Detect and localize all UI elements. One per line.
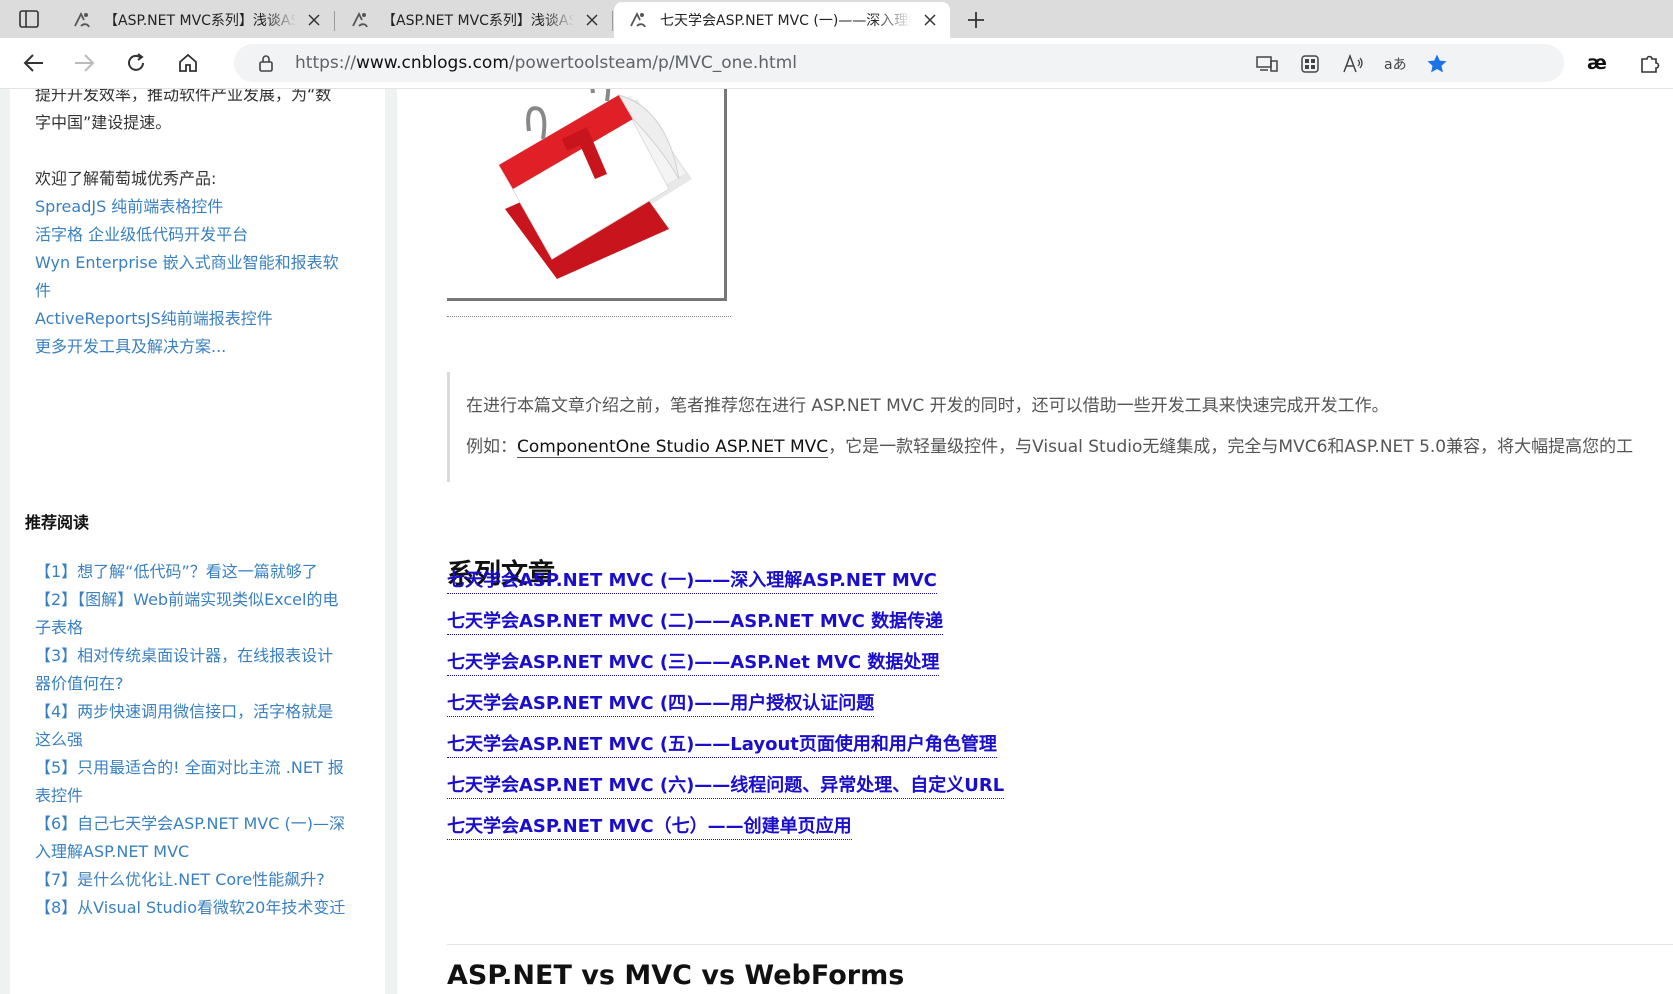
- recommend-link[interactable]: 【5】只用最适合的! 全面对比主流 .NET 报: [35, 753, 344, 783]
- series-link-6[interactable]: 七天学会ASP.NET MVC (六)——线程问题、异常处理、自定义URL: [447, 774, 1005, 799]
- recommend-link[interactable]: 器价值何在?: [35, 669, 124, 699]
- recommend-link[interactable]: 【2】【图解】Web前端实现类似Excel的电: [35, 585, 338, 615]
- close-tab-icon[interactable]: [582, 10, 602, 30]
- close-tab-icon[interactable]: [920, 10, 940, 30]
- translate-icon[interactable]: aあ: [1384, 53, 1410, 75]
- blog-sidebar: 提升开发效率，推动软件产业发展，为“数 字中国”建设提速。 欢迎了解葡萄城优秀产…: [10, 89, 397, 994]
- svg-text:aあ: aあ: [1384, 57, 1407, 73]
- tab-3-active[interactable]: 七天学会ASP.NET MVC (一)——深入理解ASP.NET MVC: [614, 2, 950, 38]
- image-divider: [447, 316, 731, 317]
- app-available-icon[interactable]: [1256, 53, 1278, 75]
- page-gutter: [0, 89, 10, 994]
- section-divider: [447, 944, 1673, 945]
- favorite-star-icon[interactable]: [1426, 53, 1448, 75]
- series-link-4[interactable]: 七天学会ASP.NET MVC (四)——用户授权认证问题: [447, 692, 875, 717]
- recommend-heading: 推荐阅读: [25, 513, 90, 532]
- cnblogs-favicon-icon: [628, 10, 648, 30]
- series-link-1[interactable]: 七天学会ASP.NET MVC (一)——深入理解ASP.NET MVC: [447, 569, 937, 594]
- quote-line: 在进行本篇文章介绍之前，笔者推荐您在进行 ASP.NET MVC 开发的同时，还…: [466, 396, 1389, 416]
- refresh-icon[interactable]: [122, 49, 150, 77]
- quote-line: 例如：ComponentOne Studio ASP.NET MVC，它是一款轻…: [466, 432, 1634, 458]
- browser-toolbar: https://www.cnblogs.com/powertoolsteam/p…: [0, 38, 1673, 89]
- recommend-link[interactable]: 入理解ASP.NET MVC: [35, 837, 189, 867]
- calendar-icon: [498, 89, 692, 279]
- url-path: /powertoolsteam/p/MVC_one.html: [508, 53, 797, 73]
- cnblogs-favicon-icon: [72, 10, 92, 30]
- series-link-7[interactable]: 七天学会ASP.NET MVC（七）——创建单页应用: [447, 815, 852, 840]
- product-link-huozige[interactable]: 活字格 企业级低代码开发平台: [35, 220, 248, 250]
- cnblogs-favicon-icon: [350, 10, 370, 30]
- article-content: 在进行本篇文章介绍之前，笔者推荐您在进行 ASP.NET MVC 开发的同时，还…: [397, 89, 1673, 994]
- product-link-spreadjs[interactable]: SpreadJS 纯前端表格控件: [35, 192, 223, 222]
- recommend-link[interactable]: 子表格: [35, 613, 83, 643]
- recommend-link[interactable]: 【7】是什么优化让.NET Core性能飙升?: [35, 865, 325, 895]
- quote-suffix: ，它是一款轻量级控件，与Visual Studio无缝集成，完全与MVC6和AS…: [828, 437, 1634, 457]
- quote-prefix: 例如：: [466, 437, 517, 457]
- recommend-link[interactable]: 【3】相对传统桌面设计器，在线报表设计: [35, 641, 333, 671]
- tab-title: 【ASP.NET MVC系列】浅谈ASP.NET: [104, 13, 296, 29]
- tab-strip: 【ASP.NET MVC系列】浅谈ASP.NET 【ASP.NET MVC系列】…: [0, 0, 1673, 38]
- recommend-link[interactable]: 【6】自己七天学会ASP.NET MVC (一)—深: [35, 809, 345, 839]
- close-tab-icon[interactable]: [304, 10, 324, 30]
- tab-2[interactable]: 【ASP.NET MVC系列】浅谈ASP.NET: [336, 2, 613, 38]
- calendar-image: [447, 89, 727, 301]
- recommend-quote: 在进行本篇文章介绍之前，笔者推荐您在进行 ASP.NET MVC 开发的同时，还…: [447, 372, 1673, 482]
- apps-grid-icon[interactable]: [1299, 53, 1321, 75]
- product-link-wyn-cont[interactable]: 件: [35, 276, 51, 306]
- product-link-more[interactable]: 更多开发工具及解决方案...: [35, 332, 226, 362]
- sidebar-intro-line: 字中国”建设提速。: [35, 113, 172, 132]
- url-text[interactable]: https://www.cnblogs.com/powertoolsteam/p…: [295, 53, 797, 73]
- tab-title: 【ASP.NET MVC系列】浅谈ASP.NET: [382, 13, 574, 29]
- web-page: 提升开发效率，推动软件产业发展，为“数 字中国”建设提速。 欢迎了解葡萄城优秀产…: [0, 89, 1673, 994]
- section-heading: ASP.NET vs MVC vs WebForms: [447, 960, 905, 991]
- lock-icon[interactable]: [256, 53, 276, 73]
- url-scheme: https://: [295, 53, 356, 73]
- recommend-link[interactable]: 这么强: [35, 725, 83, 755]
- extensions-puzzle-icon[interactable]: [1636, 49, 1664, 77]
- recommend-link[interactable]: 表控件: [35, 781, 83, 811]
- address-bar[interactable]: https://www.cnblogs.com/powertoolsteam/p…: [234, 44, 1564, 82]
- series-link-5[interactable]: 七天学会ASP.NET MVC (五)——Layout页面使用和用户角色管理: [447, 733, 997, 758]
- recommend-link[interactable]: 【8】从Visual Studio看微软20年技术变迁: [35, 893, 345, 923]
- url-host: www.cnblogs.com: [355, 53, 509, 73]
- tab-title: 七天学会ASP.NET MVC (一)——深入理解ASP.NET MVC: [660, 13, 912, 29]
- tab-actions-menu-icon[interactable]: [14, 8, 44, 30]
- series-link-3[interactable]: 七天学会ASP.NET MVC (三)——ASP.Net MVC 数据处理: [447, 651, 940, 676]
- recommend-link[interactable]: 【1】想了解“低代码”？看这一篇就够了: [35, 557, 318, 587]
- forward-arrow-icon[interactable]: [70, 49, 98, 77]
- svg-text:æ: æ: [1587, 53, 1607, 73]
- product-link-wyn[interactable]: Wyn Enterprise 嵌入式商业智能和报表软: [35, 248, 339, 278]
- recommend-link[interactable]: 【4】两步快速调用微信接口，活字格就是: [35, 697, 333, 727]
- series-link-2[interactable]: 七天学会ASP.NET MVC (二)——ASP.NET MVC 数据传递: [447, 610, 944, 635]
- home-icon[interactable]: [174, 49, 202, 77]
- extension-ae-icon[interactable]: æ: [1582, 49, 1616, 77]
- sidebar-welcome-text: 欢迎了解葡萄城优秀产品:: [35, 169, 217, 188]
- tab-1[interactable]: 【ASP.NET MVC系列】浅谈ASP.NET: [58, 2, 335, 38]
- sidebar-intro-line: 提升开发效率，推动软件产业发展，为“数: [35, 89, 332, 104]
- new-tab-plus-icon[interactable]: [962, 6, 990, 34]
- back-arrow-icon[interactable]: [20, 49, 48, 77]
- componentone-link[interactable]: ComponentOne Studio ASP.NET MVC: [517, 437, 829, 458]
- product-link-activereportsjs[interactable]: ActiveReportsJS纯前端报表控件: [35, 304, 273, 334]
- read-aloud-icon[interactable]: [1342, 53, 1364, 75]
